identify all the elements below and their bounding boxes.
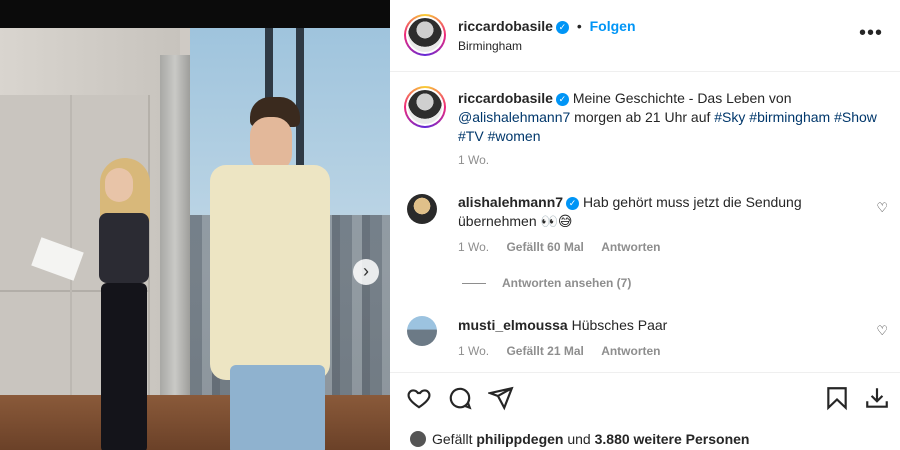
author-avatar[interactable] (404, 14, 446, 56)
comment-item: alishalehmann7 ✓ Hab gehört muss jetzt di… (458, 193, 858, 231)
caption-text-1: Meine Geschichte - Das Leben von (572, 90, 792, 106)
post-details-panel: riccardobasile ✓ • Folgen Birmingham ••• … (390, 0, 900, 450)
caption-author-avatar[interactable] (404, 86, 446, 128)
verified-icon: ✓ (555, 93, 569, 106)
photo-top-band (0, 0, 390, 28)
more-horizontal-icon[interactable]: ••• (859, 22, 883, 45)
author-username[interactable]: riccardobasile (458, 18, 553, 34)
post-photo: › (0, 0, 390, 450)
carousel-next-icon[interactable]: › (353, 259, 379, 285)
caption-text-2: morgen ab 21 Uhr auf (574, 109, 711, 125)
comment-like-heart-icon[interactable]: ♡ (876, 323, 888, 339)
liker-avatar[interactable] (410, 431, 426, 447)
commenter-avatar[interactable] (407, 194, 437, 224)
photo-woman (95, 158, 165, 450)
other-likers-link[interactable]: 3.880 weitere Personen (595, 431, 750, 447)
comment-author[interactable]: musti_elmoussa (458, 317, 568, 333)
hashtag-sky[interactable]: #Sky (714, 109, 745, 125)
liker-username[interactable]: philippdegen (476, 431, 563, 447)
comment-bubble-icon[interactable] (447, 385, 473, 411)
hashtag-tv[interactable]: #TV (458, 128, 484, 144)
bookmark-icon[interactable] (824, 385, 850, 411)
hashtag-birmingham[interactable]: #birmingham (749, 109, 830, 125)
verified-icon: ✓ (566, 197, 580, 210)
post-caption: riccardobasile ✓ Meine Geschichte - Das L… (458, 89, 878, 146)
comment-time[interactable]: 1 Wo. (458, 344, 489, 358)
like-heart-icon[interactable] (406, 385, 432, 411)
caption-mention[interactable]: @alishalehmann7 (458, 109, 570, 125)
comment-reply-button[interactable]: Antworten (601, 344, 660, 358)
hashtag-show[interactable]: #Show (834, 109, 877, 125)
comment-author[interactable]: alishalehmann7 (458, 194, 563, 210)
post-actions-bar: Gefällt philippdegen und 3.880 weitere P… (390, 372, 900, 450)
post-header: riccardobasile ✓ • Folgen Birmingham ••• (390, 0, 900, 72)
photo-floor (0, 395, 390, 450)
photo-man (205, 95, 330, 450)
commenter-avatar[interactable] (407, 316, 437, 346)
comment-text: Hübsches Paar (571, 317, 668, 333)
post-location[interactable]: Birmingham (458, 39, 522, 53)
view-replies-button[interactable]: Antworten ansehen (7) (462, 276, 631, 290)
caption-author[interactable]: riccardobasile (458, 90, 553, 106)
comment-like-heart-icon[interactable]: ♡ (876, 200, 888, 216)
comment-likes[interactable]: Gefällt 60 Mal (506, 240, 583, 254)
liked-by-summary: Gefällt philippdegen und 3.880 weitere P… (410, 431, 749, 447)
follow-button[interactable]: Folgen (590, 18, 636, 34)
comment-time[interactable]: 1 Wo. (458, 240, 489, 254)
verified-icon: ✓ (555, 21, 569, 34)
comment-reply-button[interactable]: Antworten (601, 240, 660, 254)
hashtag-women[interactable]: #women (488, 128, 541, 144)
instagram-post-view: › riccardobasile ✓ • Folgen Birmingham ••… (0, 0, 900, 450)
comment-likes[interactable]: Gefällt 21 Mal (506, 344, 583, 358)
caption-time[interactable]: 1 Wo. (458, 153, 489, 167)
comment-item: musti_elmoussa Hübsches Paar (458, 316, 858, 335)
download-icon[interactable] (864, 385, 890, 411)
share-send-icon[interactable] (486, 385, 514, 411)
